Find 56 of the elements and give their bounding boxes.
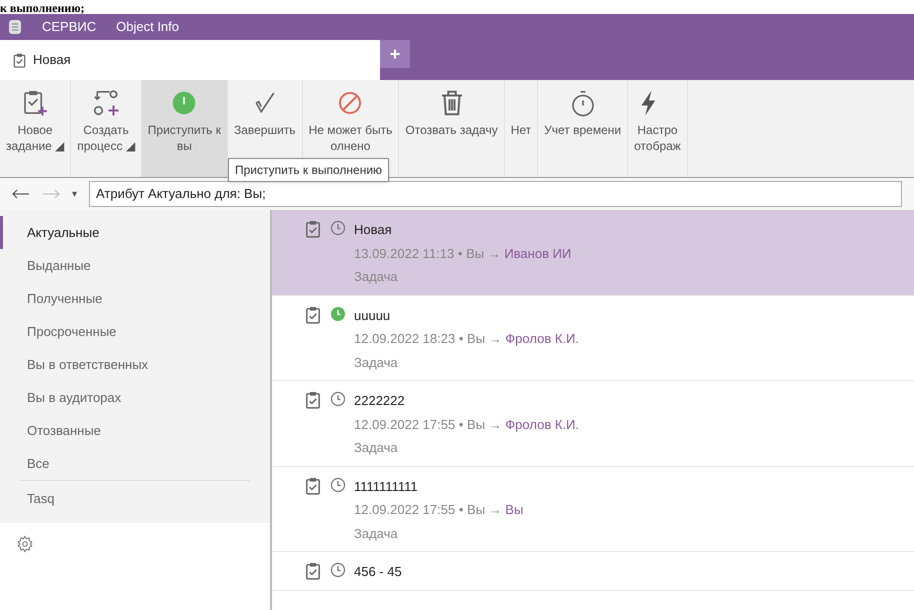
- ribbon-button[interactable]: Нет: [504, 80, 538, 177]
- task-type: Задача: [354, 524, 399, 543]
- clock-icon: [330, 306, 346, 322]
- task-title: 2222222: [354, 392, 406, 410]
- settings-icon[interactable]: [16, 535, 34, 553]
- sidebar-item[interactable]: Вы в аудиторах: [0, 381, 270, 414]
- address-field[interactable]: Атрибут Актуально для: Вы;: [89, 181, 902, 207]
- clock-icon: [330, 476, 346, 492]
- clipboard-check-icon: [304, 391, 322, 409]
- task-meta: 13.09.2022 11:13 • Вы → Иванов ИИ: [354, 244, 572, 262]
- clipboard-check-icon: [12, 52, 27, 68]
- sidebar-item[interactable]: Вы в ответственных: [0, 348, 270, 381]
- assignee-link[interactable]: Вы: [505, 502, 524, 517]
- ribbon-button[interactable]: Приступить к вы: [142, 80, 228, 177]
- task-row[interactable]: uuuuu 12.09.2022 18:23 • Вы → Фролов К.И. Задача: [272, 296, 914, 381]
- clock-icon: [330, 220, 346, 236]
- assignee-link[interactable]: Фролов К.И.: [505, 416, 579, 432]
- task-row[interactable]: 1111111111 12.09.2022 17:55 • Вы → Вы Задача: [272, 466, 914, 552]
- task-title: uuuuu: [354, 306, 392, 324]
- ribbon-button[interactable]: Новое задание ◢: [0, 80, 72, 177]
- task-title: Новая: [354, 221, 393, 239]
- task-meta: 12.09.2022 17:55 • Вы → Фролов К.И.: [354, 416, 579, 434]
- add-tab-button[interactable]: +: [380, 40, 410, 68]
- task-type: Задача: [354, 439, 399, 457]
- menu-item[interactable]: Object Info: [116, 17, 180, 37]
- task-meta: 12.09.2022 17:55 • Вы → Вы: [354, 501, 524, 519]
- sidebar-item[interactable]: Отозванные: [0, 414, 270, 447]
- process-plus-icon: [91, 88, 121, 118]
- sidebar-item[interactable]: Выданные: [0, 249, 270, 282]
- task-meta: 12.09.2022 18:23 • Вы → Фролов К.И.: [354, 330, 579, 348]
- document-heading: к выполнению;: [0, 2, 84, 14]
- history-dropdown[interactable]: ▾: [72, 186, 77, 202]
- task-type: Задача: [354, 268, 399, 286]
- clipboard-check-icon: [304, 476, 322, 494]
- clipboard-check-icon: [304, 220, 322, 238]
- ribbon-button[interactable]: Учет времени: [538, 80, 628, 177]
- tooltip: Приступить к выполнению: [228, 158, 390, 182]
- clock-icon: [330, 391, 346, 407]
- clipboard-check-icon: [304, 306, 322, 324]
- task-title: 456 - 45: [354, 563, 402, 581]
- clipboard-check-icon: [304, 562, 322, 580]
- ribbon-button[interactable]: Настро отображ: [628, 80, 688, 177]
- task-type: Задача: [354, 354, 399, 372]
- document-tab[interactable]: Новая: [0, 40, 380, 80]
- menu-item[interactable]: СЕРВИС: [42, 17, 96, 37]
- task-title: 1111111111: [354, 478, 419, 496]
- assignee-link[interactable]: Фролов К.И.: [505, 331, 579, 346]
- clock-icon: [330, 562, 346, 578]
- task-row[interactable]: Новая 13.09.2022 11:13 • Вы → Иванов ИИ Задача: [272, 210, 914, 296]
- app-logo-icon: [8, 19, 22, 35]
- back-arrow-icon[interactable]: [12, 189, 30, 199]
- sidebar-item[interactable]: Просроченные: [0, 315, 270, 348]
- sidebar-item[interactable]: Все: [0, 447, 270, 480]
- sidebar-item[interactable]: Tasq: [0, 481, 270, 517]
- ribbon-button[interactable]: Отозвать задачу: [399, 80, 505, 177]
- sidebar-item[interactable]: Полученные: [0, 282, 270, 315]
